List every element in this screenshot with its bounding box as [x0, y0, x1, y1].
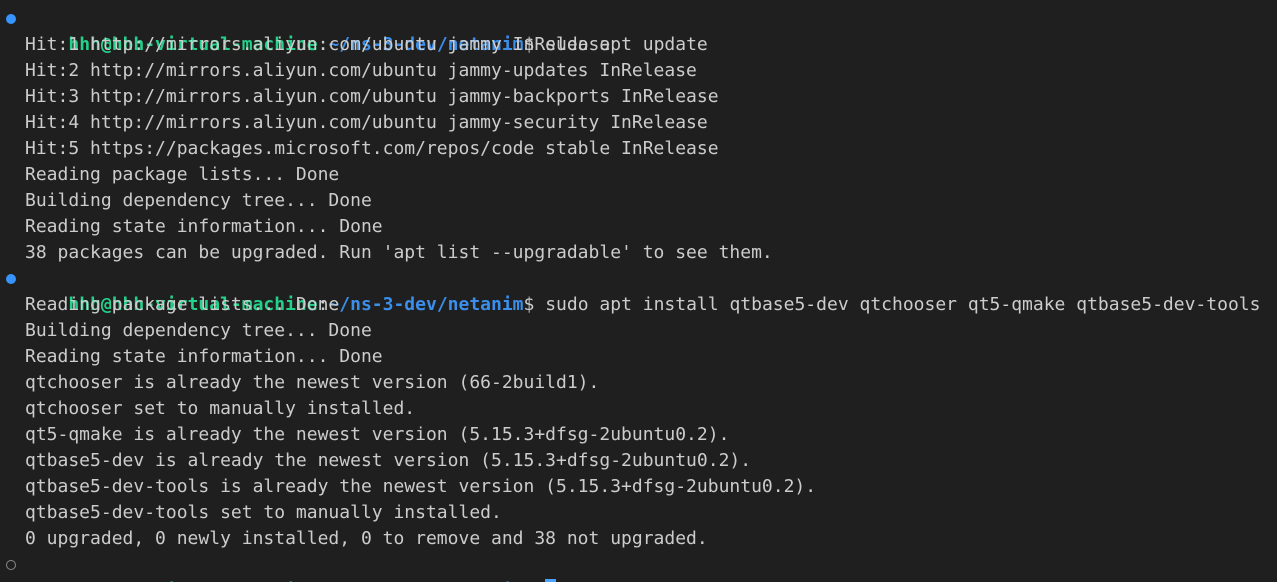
output-line: qt5-qmake is already the newest version …: [25, 424, 730, 445]
output-line: Building dependency tree... Done: [25, 190, 372, 211]
output-line: Hit:4 http://mirrors.aliyun.com/ubuntu j…: [25, 112, 708, 133]
output-line: 0 upgraded, 0 newly installed, 0 to remo…: [25, 528, 708, 549]
prompt-line: hhh@hhh-virtual-machine:~/ns-3-dev/netan…: [0, 266, 1277, 315]
terminal-panel[interactable]: hhh@hhh-virtual-machine:~/ns-3-dev/netan…: [0, 0, 1277, 582]
prompt-line[interactable]: hhh@hhh-virtual-machine:~/ns-3-dev/netan…: [0, 552, 1277, 582]
output-line: Reading package lists... Done: [25, 294, 340, 315]
output-line: qtchooser is already the newest version …: [25, 372, 600, 393]
command-success-icon[interactable]: [6, 274, 16, 284]
output-line: Building dependency tree... Done: [25, 320, 372, 341]
output-line: qtchooser set to manually installed.: [25, 398, 416, 419]
output-line: Hit:5 https://packages.microsoft.com/rep…: [25, 138, 719, 159]
output-line: qtbase5-dev-tools is already the newest …: [25, 476, 817, 497]
output-line: Reading state information... Done: [25, 216, 383, 237]
output-line: 38 packages can be upgraded. Run 'apt li…: [25, 242, 773, 263]
output-line: Hit:2 http://mirrors.aliyun.com/ubuntu j…: [25, 60, 697, 81]
prompt-line: hhh@hhh-virtual-machine:~/ns-3-dev/netan…: [0, 6, 1277, 55]
command-success-icon[interactable]: [6, 14, 16, 24]
output-line: qtbase5-dev-tools set to manually instal…: [25, 502, 502, 523]
output-line: Hit:1 http://mirrors.aliyun.com/ubuntu j…: [25, 34, 611, 55]
output-line: Reading state information... Done: [25, 346, 383, 367]
output-line: Hit:3 http://mirrors.aliyun.com/ubuntu j…: [25, 86, 719, 107]
output-line: qtbase5-dev is already the newest versio…: [25, 450, 752, 471]
output-line: Reading package lists... Done: [25, 164, 340, 185]
command-pending-icon: [6, 560, 16, 570]
